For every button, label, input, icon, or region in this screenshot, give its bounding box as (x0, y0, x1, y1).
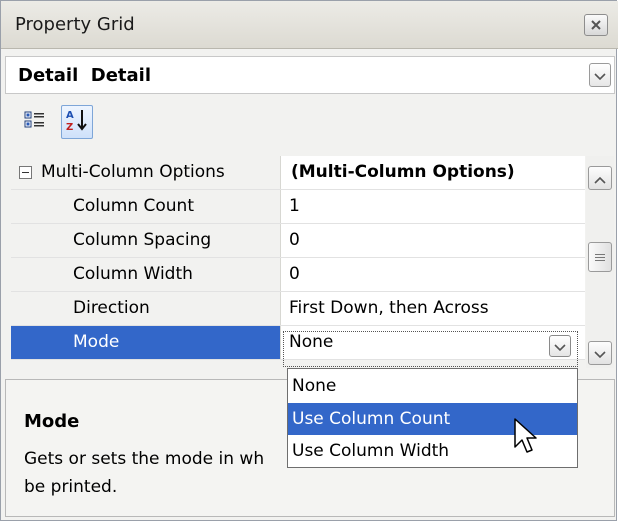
object-selector[interactable]: Detail Detail (5, 56, 615, 94)
mouse-cursor-icon (513, 417, 539, 457)
category-name: Multi-Column Options (41, 162, 225, 182)
close-icon (591, 17, 601, 33)
property-name: Column Spacing (11, 224, 281, 257)
property-name: Mode (11, 326, 281, 359)
property-value[interactable]: First Down, then Across (281, 292, 585, 325)
svg-text:Z: Z (66, 122, 73, 132)
category-name-cell: Multi-Column Options (11, 156, 281, 189)
collapse-icon[interactable] (19, 166, 32, 179)
property-value[interactable]: 0 (281, 258, 585, 291)
panel-title: Property Grid (15, 14, 135, 35)
description-title: Mode (24, 411, 80, 432)
property-row-column-width[interactable]: Column Width 0 (11, 258, 585, 292)
category-row-multi-column[interactable]: Multi-Column Options (Multi-Column Optio… (11, 156, 585, 190)
mode-dropdown-button[interactable] (549, 335, 571, 357)
category-value: (Multi-Column Options) (281, 156, 585, 189)
grip-icon (595, 253, 605, 261)
mode-value-editor[interactable]: None (281, 326, 585, 359)
close-button[interactable] (584, 14, 608, 36)
alphabetical-button[interactable]: A Z (61, 105, 93, 139)
scroll-up-button[interactable] (588, 166, 612, 190)
chevron-down-icon (554, 337, 566, 356)
categorized-icon (24, 110, 46, 134)
chevron-down-icon (594, 344, 606, 363)
property-name: Column Count (11, 190, 281, 223)
property-grid: Multi-Column Options (Multi-Column Optio… (11, 156, 618, 366)
property-row-column-spacing[interactable]: Column Spacing 0 (11, 224, 585, 258)
scroll-down-button[interactable] (588, 341, 612, 365)
description-line-1: Gets or sets the mode in wh (24, 449, 265, 469)
property-row-mode[interactable]: Mode None (11, 326, 585, 360)
property-grid-panel: Property Grid Detail Detail A Z Multi-Co… (0, 0, 618, 521)
object-selector-dropdown-button[interactable] (589, 63, 611, 87)
sort-alphabetical-icon: A Z (65, 108, 89, 136)
property-value[interactable]: 1 (281, 190, 585, 223)
chevron-down-icon (594, 66, 606, 85)
dropdown-option-none[interactable]: None (288, 370, 577, 402)
description-line-2: be printed. (24, 477, 118, 497)
categorized-button[interactable] (19, 105, 51, 139)
property-row-column-count[interactable]: Column Count 1 (11, 190, 585, 224)
panel-titlebar: Property Grid (1, 1, 618, 49)
svg-text:A: A (66, 110, 74, 121)
chevron-up-icon (594, 169, 606, 188)
property-value[interactable]: 0 (281, 224, 585, 257)
grid-scrollbar[interactable] (586, 156, 614, 368)
property-row-direction[interactable]: Direction First Down, then Across (11, 292, 585, 326)
object-selector-text: Detail Detail (18, 65, 152, 86)
property-name: Column Width (11, 258, 281, 291)
property-name: Direction (11, 292, 281, 325)
scroll-thumb[interactable] (588, 242, 612, 272)
property-grid-toolbar: A Z (1, 96, 618, 152)
